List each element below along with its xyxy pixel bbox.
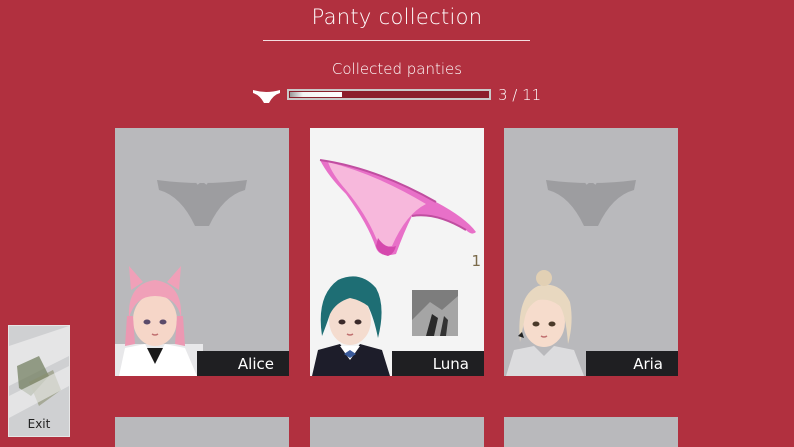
character-name: Luna [432,355,469,373]
exit-label: Exit [27,417,51,431]
character-card-aria[interactable]: Aria [504,128,678,376]
alice-portrait [115,266,203,376]
aria-portrait [506,270,584,376]
progress-count: 3 / 11 [498,86,542,104]
page-title: Panty collection [311,5,483,29]
locked-panty-silhouette-icon [546,178,636,226]
progress-bar [287,89,491,100]
luna-portrait [312,276,390,376]
locked-panty-silhouette-icon [157,178,247,226]
character-name: Aria [633,355,663,373]
collection-subtitle: Collected panties [331,60,463,78]
luna-panty-image [319,159,476,256]
character-card-alice[interactable]: Alice [115,128,289,376]
scene-thumbnail-image [412,290,458,336]
character-name: Alice [237,355,274,373]
panty-icon [253,90,280,103]
panty-count: 1 [471,252,481,270]
progress-bar-fill [290,92,342,97]
name-bar [586,351,678,376]
exit-button[interactable]: Exit [8,325,70,437]
luna-event-thumbnail[interactable] [412,290,458,336]
collection-progress: 3 / 11 [253,86,553,106]
title-divider [263,40,530,41]
character-card-luna[interactable]: 1 Luna [310,128,484,376]
